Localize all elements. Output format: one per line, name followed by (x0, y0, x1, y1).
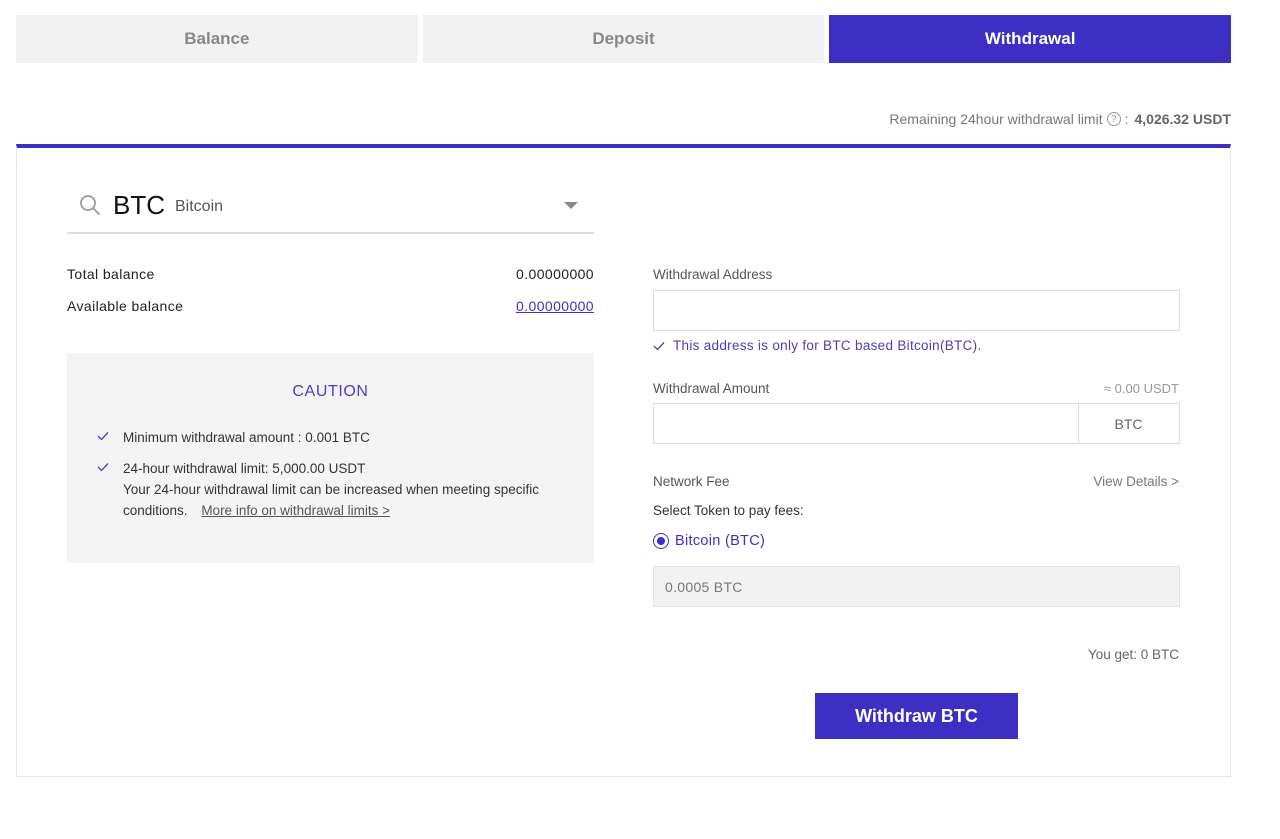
withdrawal-amount-input[interactable] (653, 403, 1079, 444)
coin-selector[interactable]: BTC Bitcoin (67, 178, 594, 234)
radio-selected-icon[interactable] (653, 533, 669, 549)
limit-separator: : (1124, 111, 1129, 127)
address-note-text: This address is only for BTC based Bitco… (673, 338, 982, 353)
network-fee-label: Network Fee (653, 474, 730, 489)
address-note: This address is only for BTC based Bitco… (653, 338, 982, 353)
select-token-label: Select Token to pay fees: (653, 503, 804, 518)
coin-symbol: BTC (113, 189, 165, 220)
total-balance-row: Total balance 0.00000000 (67, 266, 594, 282)
coin-name: Bitcoin (175, 198, 224, 215)
network-fee-value: 0.0005 BTC (653, 566, 1180, 607)
approx-usdt-value: ≈ 0.00 USDT (1103, 381, 1179, 396)
check-icon (97, 432, 109, 441)
amount-label: Withdrawal Amount (653, 381, 770, 396)
available-balance-label: Available balance (67, 298, 184, 314)
caution-limit-line1: 24-hour withdrawal limit: 5,000.00 USDT (123, 461, 366, 476)
token-option-btc[interactable]: Bitcoin (BTC) (653, 533, 765, 549)
caution-limit-text: 24-hour withdrawal limit: 5,000.00 USDT … (123, 458, 564, 521)
check-icon (653, 341, 665, 350)
check-icon (97, 463, 109, 472)
tab-deposit[interactable]: Deposit (422, 15, 825, 63)
token-option-label: Bitcoin (BTC) (675, 533, 766, 549)
limit-label: Remaining 24hour withdrawal limit (889, 111, 1103, 127)
caution-box: CAUTION Minimum withdrawal amount : 0.00… (67, 353, 594, 563)
you-get-text: You get: 0 BTC (1087, 647, 1179, 662)
withdrawal-limit-info: Remaining 24hour withdrawal limit ? : 4,… (889, 111, 1231, 127)
tab-balance[interactable]: Balance (16, 15, 418, 63)
withdrawal-panel: BTC Bitcoin Total balance 0.00000000 Ava… (16, 144, 1231, 777)
available-balance-row: Available balance 0.00000000 (67, 298, 594, 314)
chevron-down-icon (564, 202, 578, 209)
more-info-link[interactable]: More info on withdrawal limits > (201, 503, 390, 518)
tab-bar: Balance Deposit Withdrawal (16, 15, 1232, 63)
limit-value: 4,026.32 USDT (1134, 111, 1232, 127)
caution-min-text: Minimum withdrawal amount : 0.001 BTC (123, 430, 370, 445)
available-balance-link[interactable]: 0.00000000 (516, 298, 594, 314)
caution-title: CAUTION (292, 383, 369, 400)
total-balance-value: 0.00000000 (516, 266, 594, 282)
caution-item-min: Minimum withdrawal amount : 0.001 BTC (97, 427, 564, 448)
address-label: Withdrawal Address (653, 267, 773, 282)
withdrawal-address-input[interactable] (653, 290, 1180, 331)
caution-limit-line2: Your 24-hour withdrawal limit can be inc… (123, 479, 564, 521)
caution-item-limit: 24-hour withdrawal limit: 5,000.00 USDT … (97, 458, 564, 521)
amount-unit: BTC (1078, 403, 1180, 444)
withdraw-button[interactable]: Withdraw BTC (815, 693, 1018, 739)
view-details-link[interactable]: View Details > (1093, 474, 1179, 489)
tab-withdrawal[interactable]: Withdrawal (829, 15, 1232, 63)
search-icon (80, 195, 100, 215)
total-balance-label: Total balance (67, 266, 155, 282)
help-icon[interactable]: ? (1106, 112, 1121, 126)
